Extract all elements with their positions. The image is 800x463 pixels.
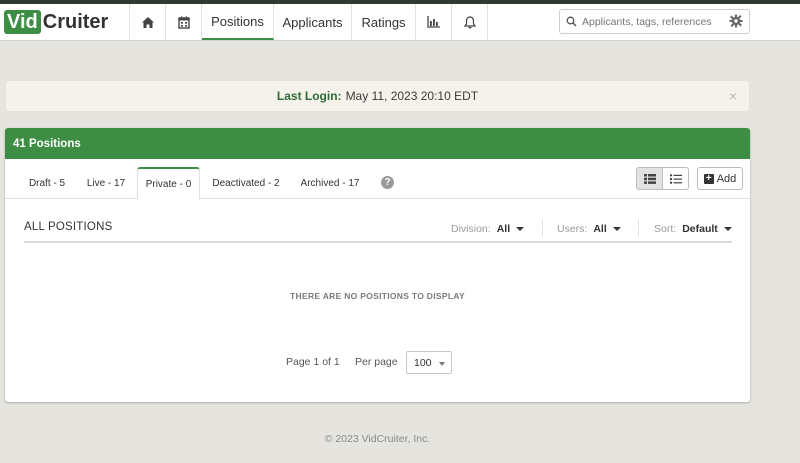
plus-icon: +	[703, 173, 714, 184]
bell-icon	[463, 15, 476, 28]
tab-draft[interactable]: Draft - 5	[19, 167, 75, 199]
nav-positions[interactable]: Positions	[202, 4, 274, 40]
list-view-icon	[669, 173, 682, 184]
nav-applicants[interactable]: Applicants	[274, 4, 352, 40]
sort-value: Default	[682, 223, 718, 235]
panel-title: 41 Positions	[5, 128, 750, 159]
chevron-down-icon	[723, 227, 732, 231]
sort-filter[interactable]: Sort: Default	[654, 223, 732, 235]
nav-home[interactable]	[130, 4, 166, 40]
help-icon[interactable]: ?	[381, 176, 394, 189]
filter-divider	[542, 220, 543, 236]
division-filter[interactable]: Division: All	[451, 223, 525, 235]
section-divider	[24, 241, 732, 243]
grid-view-icon	[643, 173, 656, 184]
vidcruiter-logo[interactable]: Vid Cruiter	[0, 4, 130, 40]
per-page-select[interactable]: 100	[406, 351, 452, 374]
division-value: All	[496, 223, 511, 235]
division-label: Division:	[451, 223, 491, 235]
calendar-icon	[177, 16, 190, 29]
chevron-down-icon	[439, 362, 445, 366]
sort-label: Sort:	[654, 223, 677, 235]
nav-notifications[interactable]	[452, 4, 488, 40]
search-input[interactable]	[582, 15, 722, 28]
search-icon	[560, 16, 582, 27]
chart-icon	[426, 16, 440, 28]
section-title: ALL POSITIONS	[24, 221, 113, 233]
filter-divider	[638, 220, 639, 236]
last-login-value: May 11, 2023 20:10 EDT	[345, 89, 479, 103]
add-label: Add	[716, 172, 737, 185]
users-value: All	[593, 223, 607, 235]
users-filter[interactable]: Users: All	[557, 223, 621, 235]
nav-ratings[interactable]: Ratings	[352, 4, 416, 40]
add-position-button[interactable]: + Add	[697, 167, 743, 190]
search-box[interactable]	[559, 9, 750, 34]
positions-panel: 41 Positions Draft - 5 Live - 17 Private…	[5, 128, 750, 402]
logo-vid-part: Vid	[4, 10, 41, 34]
chevron-down-icon	[612, 227, 621, 231]
close-icon[interactable]: ×	[729, 88, 737, 104]
chevron-down-icon	[516, 227, 525, 231]
top-navbar: Vid Cruiter Positions Applicants Ratings	[0, 4, 800, 41]
tab-private[interactable]: Private - 0	[137, 167, 200, 200]
logo-cruiter-part: Cruiter	[42, 11, 109, 33]
last-login-alert: Last Login: May 11, 2023 20:10 EDT ×	[5, 80, 750, 112]
list-view-button[interactable]	[662, 167, 689, 190]
per-page-label: Per page	[355, 356, 398, 368]
grid-view-button[interactable]	[636, 167, 663, 190]
empty-state-message: THERE ARE NO POSITIONS TO DISPLAY	[290, 291, 465, 301]
footer-copyright: © 2023 VidCruiter, Inc.	[324, 433, 431, 445]
tab-deactivated[interactable]: Deactivated - 2	[205, 167, 287, 199]
nav-reports[interactable]	[416, 4, 452, 40]
home-icon	[141, 16, 154, 28]
users-label: Users:	[557, 223, 588, 235]
tab-live[interactable]: Live - 17	[78, 167, 134, 199]
per-page-value: 100	[414, 356, 432, 369]
nav-calendar[interactable]	[166, 4, 202, 40]
page-indicator: Page 1 of 1	[286, 356, 340, 368]
last-login-label: Last Login:	[276, 89, 342, 103]
tab-archived[interactable]: Archived - 17	[293, 167, 367, 199]
search-settings-gear-icon[interactable]	[729, 14, 743, 33]
